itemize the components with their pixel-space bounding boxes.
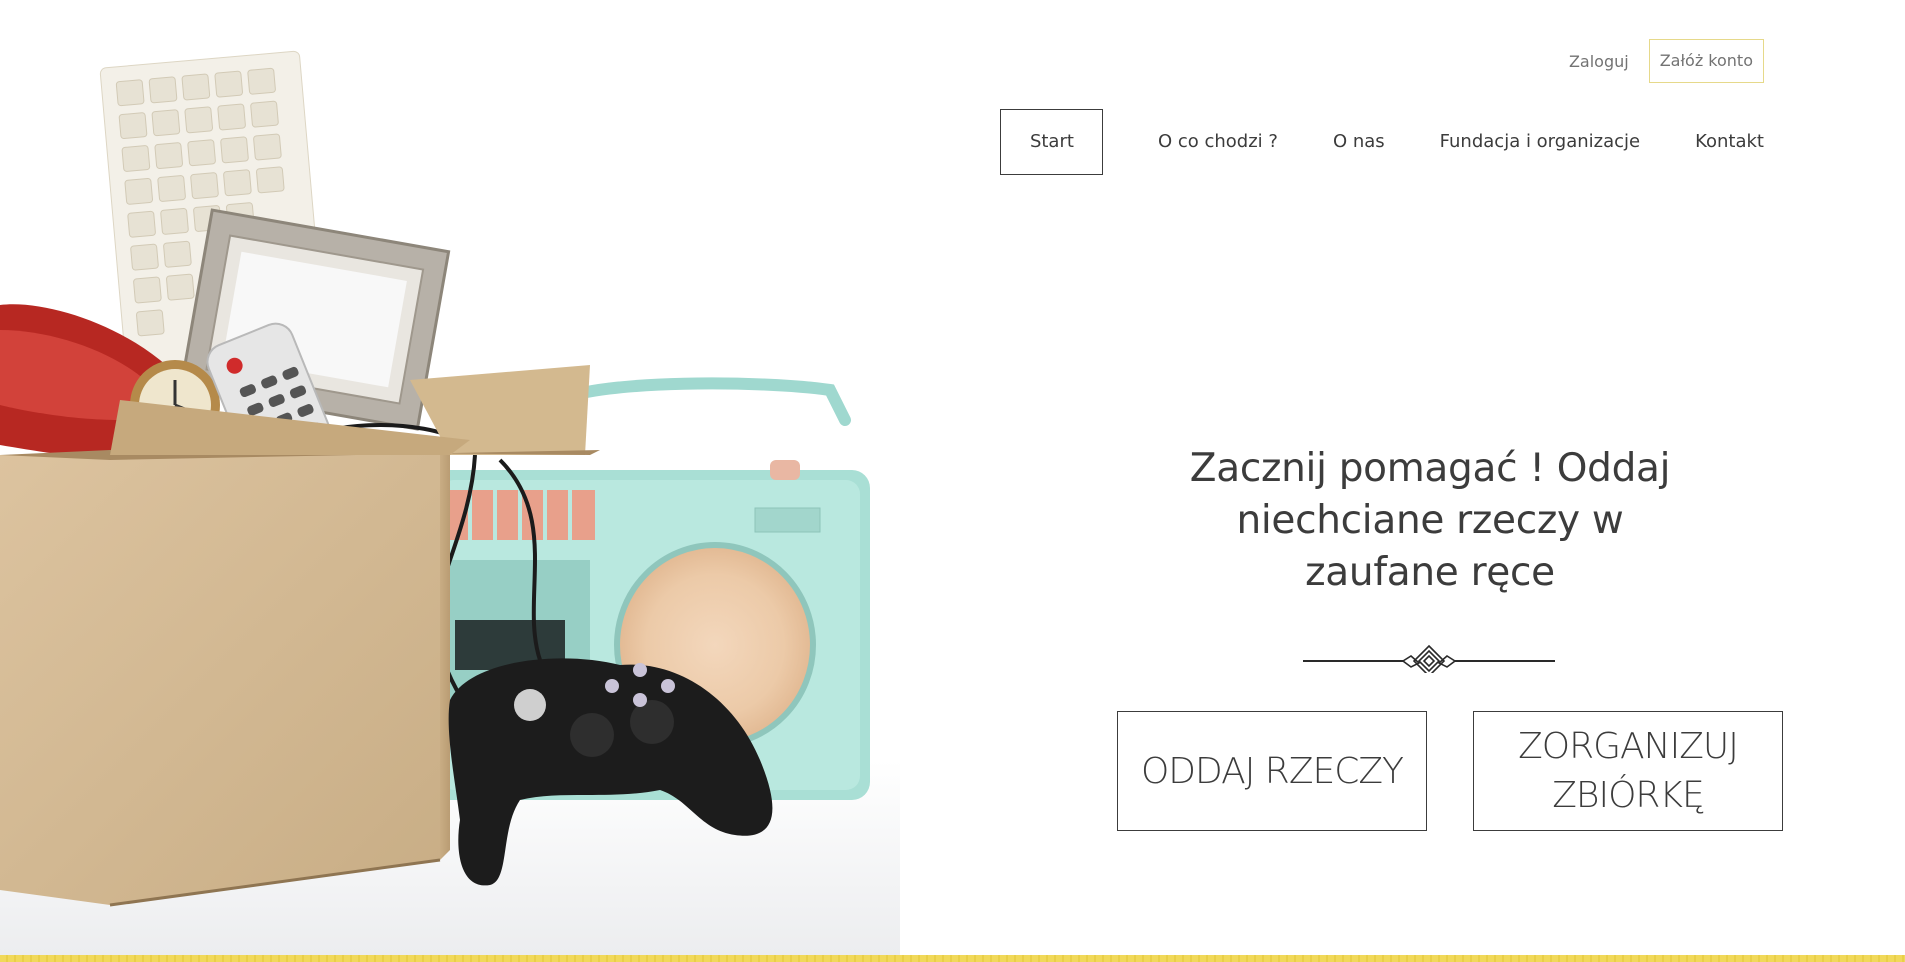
- nav-item-contact[interactable]: Kontakt: [1695, 132, 1764, 152]
- nav-item-about-idea[interactable]: O co chodzi ?: [1158, 132, 1278, 152]
- bottom-accent-stripe: [0, 955, 1905, 962]
- register-button[interactable]: Załóż konto: [1648, 39, 1764, 83]
- organize-collection-button[interactable]: ZORGANIZUJ ZBIÓRKĘ: [1473, 711, 1783, 831]
- main-nav: Start O co chodzi ? O nas Fundacja i org…: [999, 109, 1764, 175]
- nav-item-foundations[interactable]: Fundacja i organizacje: [1440, 132, 1640, 152]
- ornament-divider-icon: [1303, 644, 1555, 673]
- login-link[interactable]: Zaloguj: [1569, 52, 1629, 71]
- give-items-button[interactable]: ODDAJ RZECZY: [1117, 711, 1427, 831]
- hero-title: Zacznij pomagać ! Oddaj niechciane rzecz…: [1189, 446, 1671, 595]
- auth-links: Zaloguj Załóż konto: [1569, 39, 1764, 83]
- nav-item-start[interactable]: Start: [999, 109, 1103, 175]
- hero-image: [0, 50, 900, 955]
- nav-item-about-us[interactable]: O nas: [1333, 132, 1385, 152]
